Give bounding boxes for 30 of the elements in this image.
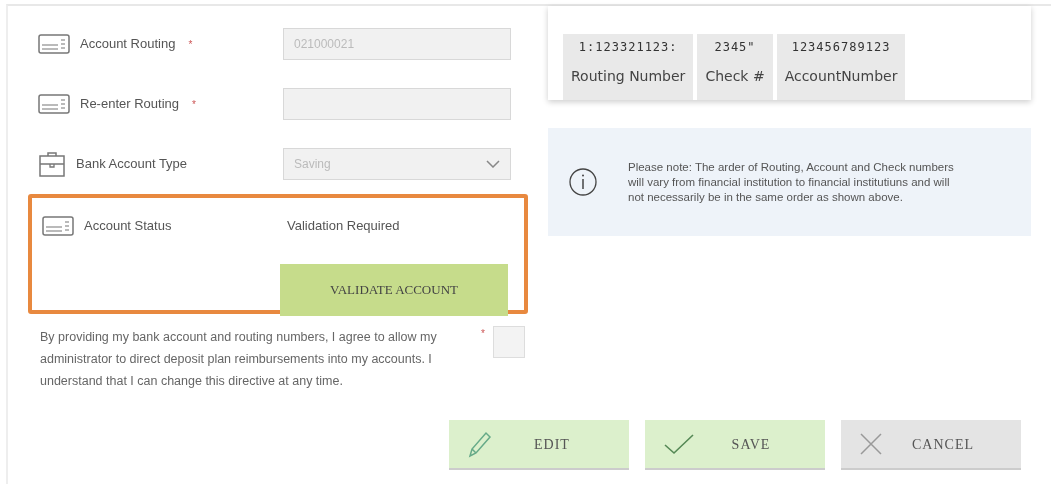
edit-button[interactable]: EDIT	[449, 420, 629, 470]
card-icon	[38, 34, 70, 54]
segment-label: Check #	[705, 67, 765, 86]
consent-text: By providing my bank account and routing numbers, I agree to allow my administrator to direct deposit plan reimbursements into my accounts. I understand that I can change this directive at any time.	[40, 329, 438, 390]
micr-digits: 1:123321123:	[577, 39, 679, 56]
validate-button[interactable]: VALIDATE ACCOUNT	[280, 264, 508, 316]
briefcase-icon	[38, 150, 66, 178]
note-text: Please note: The arder of Routing, Account and Check numbers will vary from financial institution to financial institutiuns and will not necessarily be in the same order as shown above.	[628, 159, 955, 205]
card-icon	[38, 94, 70, 114]
checkbox[interactable]	[492, 326, 525, 358]
check-icon	[663, 433, 695, 455]
cancel-button[interactable]: CANCEL	[841, 420, 1021, 470]
micr-digits: 2345"	[713, 39, 757, 56]
pencil-icon	[467, 429, 493, 459]
save-button[interactable]: SAVE	[645, 420, 825, 470]
field-label: Account Routing	[80, 35, 176, 54]
segment-label: AccountNumber	[784, 67, 898, 86]
chevron-icon	[486, 160, 500, 168]
field-label: Re-enter Routing	[80, 95, 179, 114]
segment-label: Routing Number	[571, 67, 686, 86]
status-value: Validation Required	[287, 217, 400, 236]
info-icon	[568, 167, 598, 197]
card-icon	[42, 216, 74, 236]
close-icon	[859, 432, 883, 456]
required-mark: *	[481, 327, 485, 341]
field-label: Account Status	[84, 217, 172, 236]
required-mark: *	[192, 97, 196, 112]
field-label: Bank Account Type	[76, 155, 188, 174]
required-mark: *	[188, 37, 193, 52]
micr-digits: 123456789123	[790, 39, 892, 56]
